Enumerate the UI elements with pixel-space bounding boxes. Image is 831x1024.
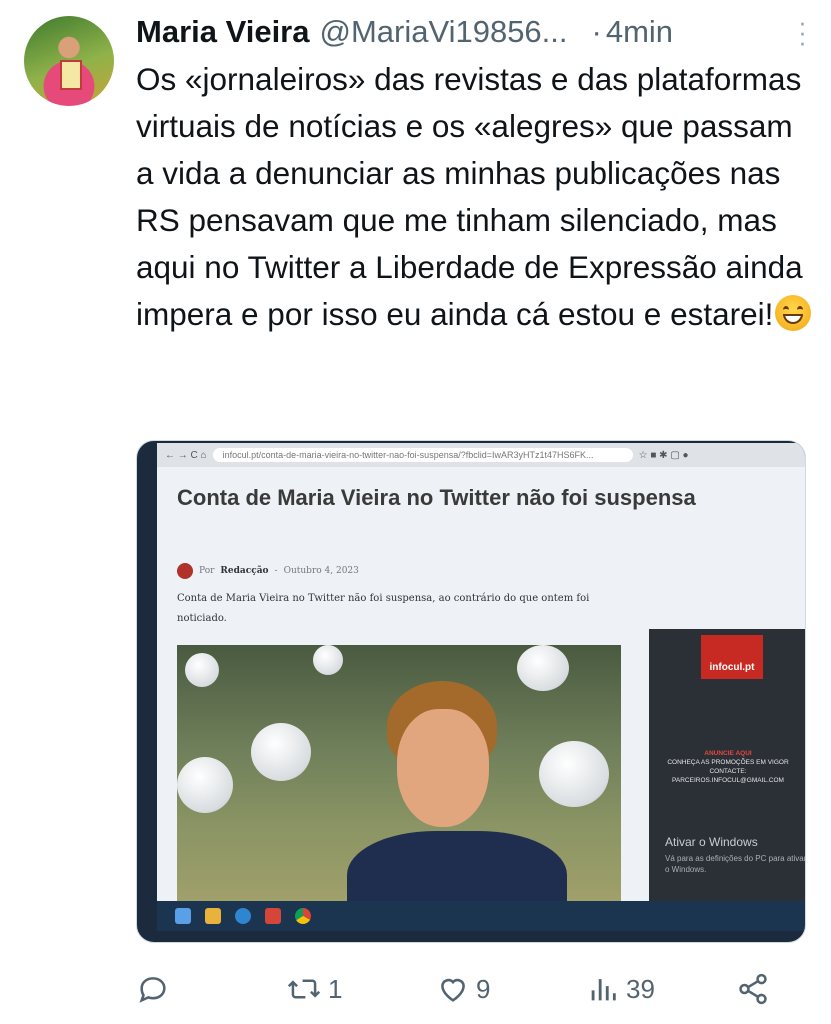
byline-date: Outubro 4, 2023 <box>283 566 359 576</box>
file-explorer-icon <box>205 908 221 924</box>
more-options-icon[interactable]: · · · <box>795 9 809 55</box>
infocul-logo: infocul.pt <box>701 635 763 679</box>
grinning-sweat-emoji-icon <box>775 295 812 331</box>
reply-icon <box>139 977 166 1003</box>
monitor-screen: ← → C ⌂ infocul.pt/conta-de-maria-vieira… <box>157 443 806 931</box>
tweet-header: Maria Vieira @MariaVi19856... · 4min · · · <box>136 9 811 55</box>
tweet-media-image[interactable]: ← → C ⌂ infocul.pt/conta-de-maria-vieira… <box>136 440 806 943</box>
like-button[interactable]: 9 <box>436 972 586 1006</box>
byline-sep: - <box>274 566 278 576</box>
views-button[interactable]: 39 <box>586 972 736 1006</box>
tweet-actions: 1 9 39 <box>136 966 816 1012</box>
nav-arrows-icon: ← → C ⌂ <box>165 449 207 461</box>
byline-author: Redacção <box>220 566 269 576</box>
photo-person <box>347 681 567 901</box>
browser-url: infocul.pt/conta-de-maria-vieira-no-twit… <box>212 448 633 462</box>
chrome-icon <box>295 908 311 924</box>
edge-icon <box>235 908 251 924</box>
site-logo-icon <box>177 563 193 579</box>
byline-prefix: Por <box>199 566 215 576</box>
share-button[interactable] <box>736 972 770 1006</box>
reply-button[interactable] <box>136 972 286 1006</box>
activate-windows-watermark: Ativar o Windows Vá para as definições d… <box>665 835 806 874</box>
retweet-icon <box>287 979 321 999</box>
author-handle[interactable]: @MariaVi19856... <box>319 14 567 50</box>
retweet-button[interactable]: 1 <box>286 972 436 1006</box>
author-avatar[interactable] <box>24 16 114 106</box>
browser-actions-icon: ☆ ■ ✱ ▢ ● <box>638 449 689 461</box>
views-icon <box>591 979 616 1001</box>
retweet-count: 1 <box>328 973 343 1004</box>
article-photo <box>177 645 621 901</box>
app-icon <box>265 908 281 924</box>
tweet-text: Os «jornaleiros» das revistas e das plat… <box>136 56 816 338</box>
avatar-book <box>60 60 82 90</box>
heart-icon <box>441 978 465 1002</box>
article-excerpt: Conta de Maria Vieira no Twitter não foi… <box>177 593 590 624</box>
tweet-body: Os «jornaleiros» das revistas e das plat… <box>136 61 803 332</box>
windows-start-icon <box>175 908 191 924</box>
separator-dot: · <box>591 14 602 49</box>
tweet-time[interactable]: 4min <box>606 14 673 50</box>
share-icon <box>739 973 767 1005</box>
article-byline: Por Redacção - Outubro 4, 2023 <box>177 563 359 579</box>
article-title: Conta de Maria Vieira no Twitter não foi… <box>177 485 696 510</box>
author-name[interactable]: Maria Vieira <box>136 14 309 50</box>
windows-taskbar <box>157 901 805 931</box>
ad-text: ANUNCIE AQUI CONHEÇA AS PROMOÇÕES EM VIG… <box>667 750 789 784</box>
browser-toolbar: ← → C ⌂ infocul.pt/conta-de-maria-vieira… <box>157 443 805 467</box>
views-count: 39 <box>626 973 655 1004</box>
sidebar-ad: infocul.pt ANUNCIE AQUI CONHEÇA AS PROMO… <box>649 629 806 901</box>
like-count: 9 <box>476 973 491 1004</box>
